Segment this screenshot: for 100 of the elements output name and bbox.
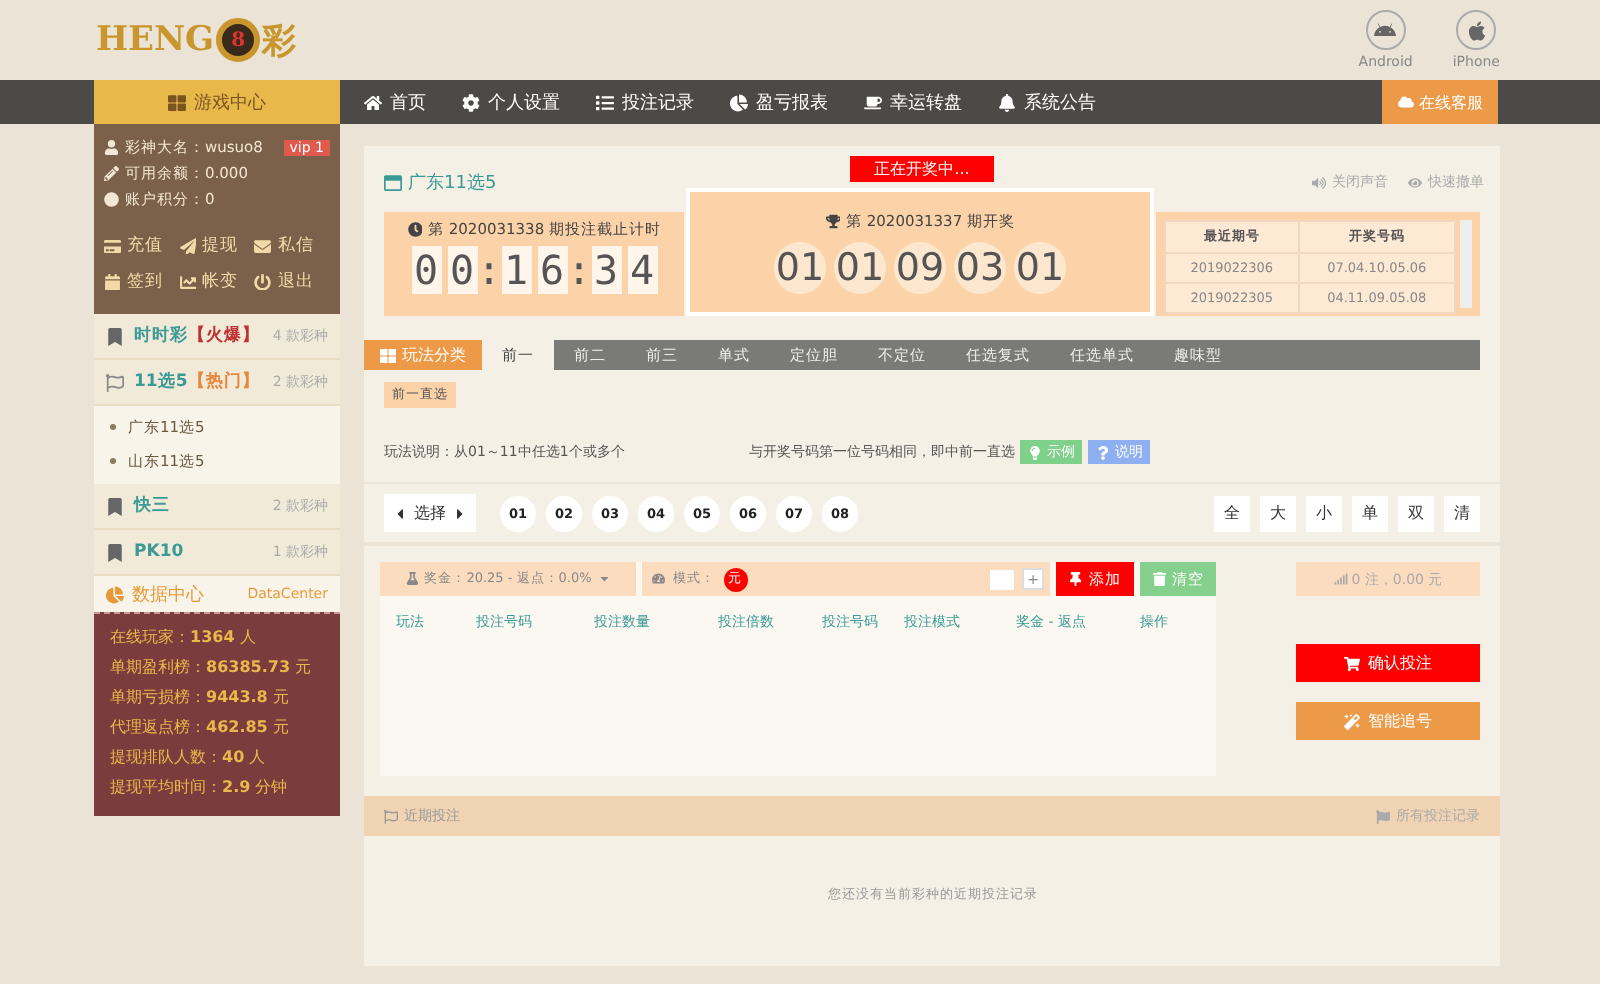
grid-icon (380, 347, 396, 363)
android-icon (1374, 19, 1397, 41)
user-icon (104, 140, 119, 156)
paper-plane-icon (179, 237, 197, 255)
envelope-icon (254, 237, 272, 255)
caret-left-icon (392, 505, 408, 521)
confirm-bet-button[interactable]: 确认投注 (1296, 644, 1480, 682)
stat-line: 提现排队人数：40 人 (110, 746, 268, 768)
cart-icon (1344, 655, 1360, 671)
filter-button[interactable]: 全 (1214, 495, 1250, 531)
lottery-title: 广东11选5 (408, 171, 497, 196)
draw-ball: 01 (774, 242, 826, 294)
stat-line: 单期亏损榜：9443.8 元 (110, 686, 291, 708)
countdown-digit: 4 (627, 246, 657, 294)
wand-icon (1344, 713, 1360, 729)
bullet-dot (110, 424, 116, 431)
home-icon (364, 93, 382, 111)
stat-line: 代理返点榜：462.85 元 (110, 716, 291, 738)
stat-line: 单期盈利榜：86385.73 元 (110, 656, 314, 678)
nav-link[interactable]: 系统公告 (998, 89, 1096, 115)
category-tag: 【热门】 (187, 370, 260, 394)
countdown-digit: : (483, 246, 495, 294)
grid-icon (168, 93, 186, 111)
window-icon (384, 174, 402, 192)
select-control[interactable]: 选择 (384, 494, 476, 532)
nav-link[interactable]: 投注记录 (596, 89, 694, 115)
data-center-title: 数据中心 (132, 583, 204, 607)
power-icon (254, 273, 272, 291)
countdown-digit: 1 (501, 246, 531, 294)
line-chart-icon (179, 273, 197, 291)
calendar-icon (104, 273, 121, 291)
filter-button[interactable]: 大 (1260, 495, 1296, 531)
clock-icon (407, 222, 422, 238)
caret-icon (597, 572, 611, 586)
circle-icon (104, 192, 119, 208)
online-service-button[interactable]: 在线客服 (1382, 80, 1498, 124)
nav-link[interactable]: 幸运转盘 (864, 89, 962, 115)
cloud-icon (1397, 94, 1413, 110)
speaker-icon (1312, 175, 1326, 189)
flask-icon (405, 572, 419, 586)
pin-icon (1068, 571, 1083, 587)
nav-link[interactable]: 首页 (364, 89, 426, 115)
filter-button[interactable]: 单 (1352, 495, 1388, 531)
account-action[interactable]: 签到 (104, 270, 180, 294)
caret-right-icon (452, 505, 468, 521)
filter-button[interactable]: 双 (1398, 495, 1434, 531)
account-action[interactable]: 提现 (179, 234, 255, 258)
apple-icon (1465, 19, 1488, 41)
draw-ball: 03 (954, 242, 1006, 294)
pencil-icon (104, 166, 119, 182)
category-name: 快三 (134, 494, 170, 518)
gear-icon (462, 93, 480, 111)
logo-text: HENG (96, 20, 215, 60)
list-icon (596, 93, 614, 111)
countdown-digit: 6 (537, 246, 567, 294)
filter-button[interactable]: 小 (1306, 495, 1342, 531)
flag-icon (1376, 809, 1390, 823)
category-tag: 【火爆】 (188, 324, 260, 348)
logo-text: 彩 (262, 19, 297, 63)
bar-chart-icon (1333, 572, 1348, 586)
filter-button[interactable]: 清 (1444, 495, 1480, 531)
eye-icon (1408, 175, 1422, 189)
cup-icon (864, 93, 882, 111)
draw-ball: 01 (1014, 242, 1066, 294)
pie-chart-icon (730, 93, 748, 111)
category-name: 时时彩 (134, 324, 188, 348)
flag-icon (384, 809, 398, 823)
pie-chart-icon (106, 585, 124, 603)
multiplier-field[interactable] (990, 569, 1014, 589)
app-download-link[interactable] (1365, 10, 1406, 50)
game-center-tab[interactable]: 游戏中心 (94, 80, 340, 124)
smart-chase-button[interactable]: 智能追号 (1296, 702, 1480, 740)
countdown-digit: 0 (411, 246, 441, 294)
stat-line: 在线玩家：1364 人 (110, 626, 258, 648)
logo-badge: 8 (216, 18, 261, 62)
question-icon (1096, 445, 1111, 459)
bookmark-icon (106, 543, 124, 561)
category-tab[interactable]: 玩法分类 (364, 340, 482, 370)
scrollbar (1460, 220, 1472, 308)
account-action[interactable]: 充值 (104, 234, 180, 258)
countdown-digit: : (573, 246, 585, 294)
app-download-link[interactable] (1456, 10, 1497, 50)
category-name: 11选5 (134, 370, 188, 394)
bullet-dot (110, 458, 116, 465)
stat-line: 提现平均时间：2.9 分钟 (110, 776, 290, 798)
account-action[interactable]: 帐变 (179, 270, 255, 294)
card-icon (104, 237, 121, 255)
nav-link[interactable]: 个人设置 (462, 89, 560, 115)
drawing-status: 正在开奖中... (850, 156, 994, 182)
bell-icon (998, 93, 1016, 111)
category-name: PK10 (134, 542, 184, 562)
account-action[interactable]: 私信 (254, 234, 330, 258)
trophy-icon (825, 214, 840, 230)
flag-icon (106, 373, 124, 391)
account-action[interactable]: 退出 (254, 270, 330, 294)
nav-link[interactable]: 盈亏报表 (730, 89, 828, 115)
draw-ball: 09 (894, 242, 946, 294)
countdown-digit: 0 (447, 246, 477, 294)
countdown-digit: 3 (591, 246, 621, 294)
gauge-icon (652, 572, 665, 586)
